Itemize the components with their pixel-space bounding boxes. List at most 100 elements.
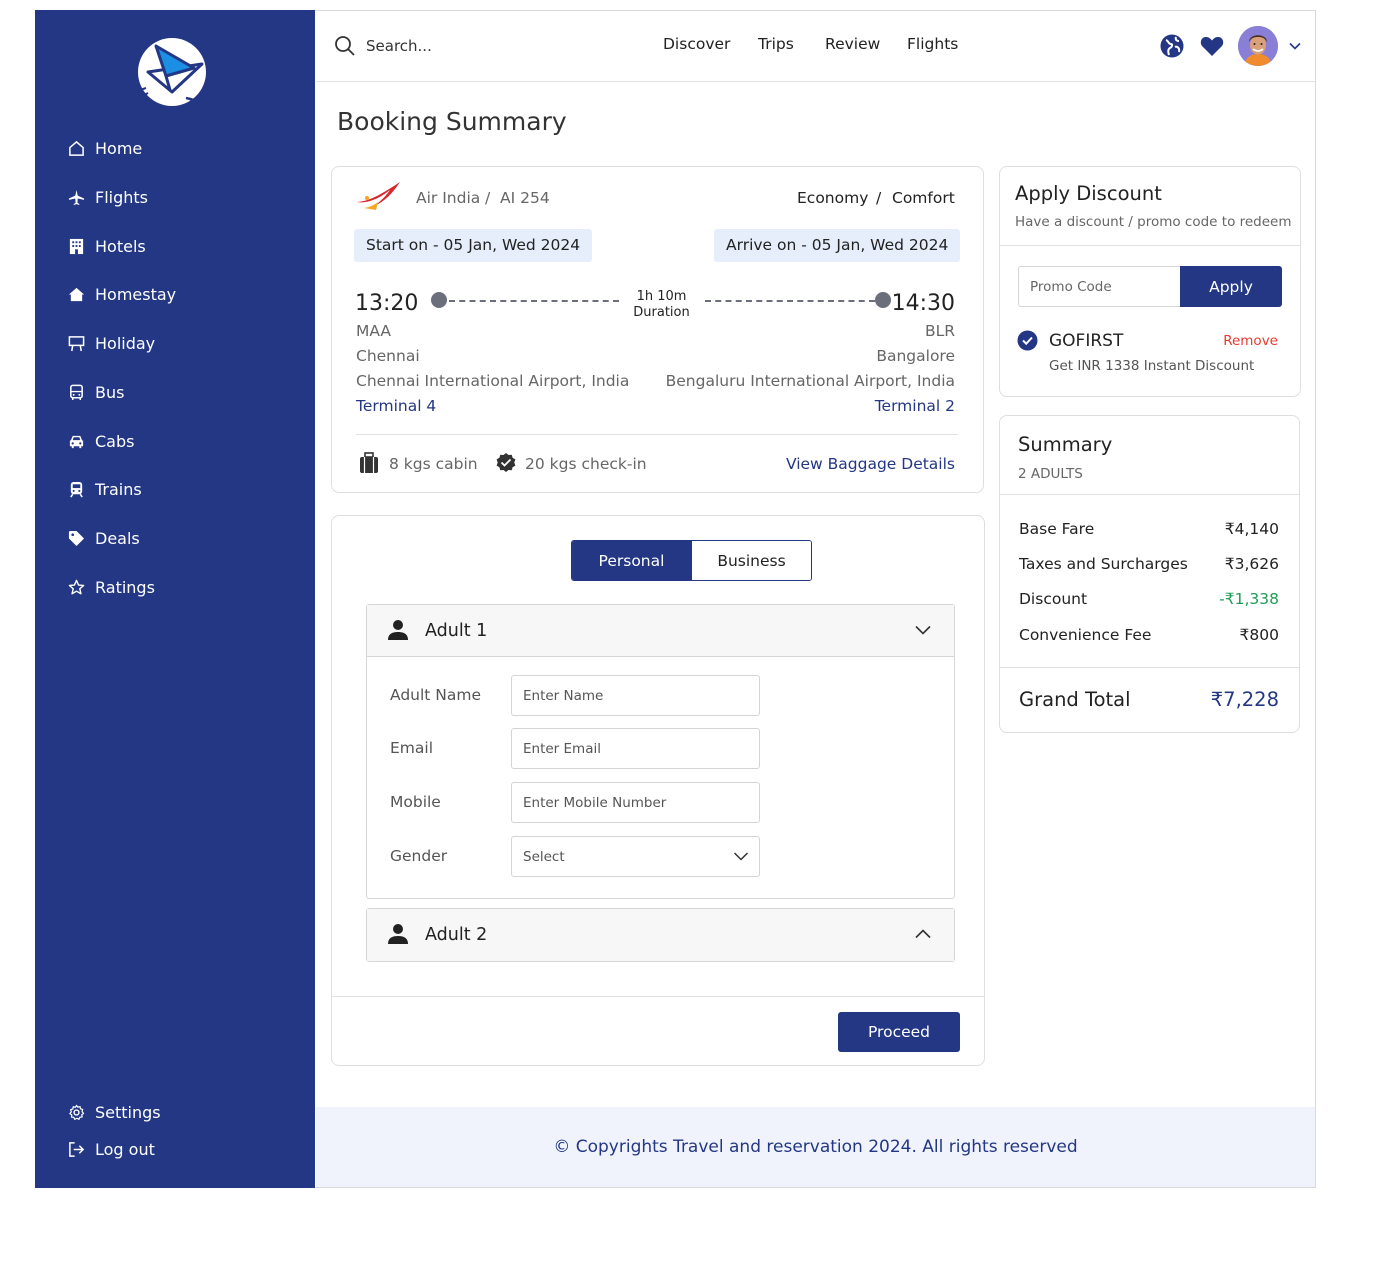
car-icon xyxy=(67,432,85,450)
gear-icon xyxy=(67,1103,85,1121)
sidebar-item-label: Cabs xyxy=(95,431,135,451)
sidebar-item-holiday[interactable]: Holiday xyxy=(67,328,155,358)
adult-name-label: Adult Name xyxy=(390,686,482,704)
summary-total-divider xyxy=(1000,667,1299,668)
search-icon[interactable] xyxy=(334,35,356,57)
home-icon xyxy=(67,139,85,157)
house-icon xyxy=(67,285,85,303)
departure-dot xyxy=(431,292,447,308)
traveller-type-toggle: Personal Business xyxy=(571,540,812,581)
sidebar-item-label: Deals xyxy=(95,528,140,548)
proceed-button[interactable]: Proceed xyxy=(838,1012,960,1052)
adult-2-header[interactable]: Adult 2 xyxy=(367,909,954,961)
sidebar-item-ratings[interactable]: Ratings xyxy=(67,572,155,602)
sidebar-item-deals[interactable]: Deals xyxy=(67,523,140,553)
mobile-field[interactable] xyxy=(511,782,760,823)
arrival-dot xyxy=(875,292,891,308)
tab-business[interactable]: Business xyxy=(691,541,811,580)
sidebar-item-homestay[interactable]: Homestay xyxy=(67,279,176,309)
gender-label: Gender xyxy=(390,847,448,865)
summary-row: Taxes and Surcharges ₹3,626 xyxy=(1019,555,1279,573)
sidebar-item-logout[interactable]: Log out xyxy=(67,1134,155,1164)
departure-code: MAA xyxy=(356,322,392,340)
heart-icon[interactable] xyxy=(1199,33,1225,59)
sidebar-item-hotels[interactable]: Hotels xyxy=(67,231,146,261)
fare-summary-card: Summary 2 ADULTS Base Fare ₹4,140 Taxes … xyxy=(999,415,1300,733)
search-input[interactable] xyxy=(366,33,566,59)
discount-divider xyxy=(1000,245,1300,246)
summary-value: ₹4,140 xyxy=(1224,520,1279,538)
sidebar-item-trains[interactable]: Trains xyxy=(67,474,142,504)
promo-code-input[interactable] xyxy=(1018,266,1181,307)
page-title: Booking Summary xyxy=(337,107,567,136)
passenger-divider xyxy=(332,996,984,997)
plane-icon xyxy=(67,188,85,206)
nav-trips[interactable]: Trips xyxy=(758,35,794,53)
sidebar-item-bus[interactable]: Bus xyxy=(67,377,124,407)
duration-value: 1h 10m xyxy=(636,289,687,304)
duration-label: Duration xyxy=(633,305,690,320)
route-line-left xyxy=(449,300,619,302)
person-icon xyxy=(388,924,408,944)
bus-icon xyxy=(67,383,85,401)
tab-personal[interactable]: Personal xyxy=(572,541,691,580)
chevron-up-icon[interactable] xyxy=(914,927,932,941)
arrival-terminal: Terminal 2 xyxy=(874,397,955,415)
adult-1-accordion: Adult 1 Adult Name Email Mobile Gender S… xyxy=(366,604,955,899)
flight-number: AI 254 xyxy=(500,189,550,207)
sidebar-item-cabs[interactable]: Cabs xyxy=(67,426,134,456)
cabin-separator: / xyxy=(876,189,882,207)
mobile-label: Mobile xyxy=(390,793,441,811)
view-baggage-link[interactable]: View Baggage Details xyxy=(786,455,955,473)
star-icon xyxy=(67,578,85,596)
discount-subtitle: Have a discount / promo code to redeem xyxy=(1015,214,1292,230)
sidebar-item-label: Holiday xyxy=(95,333,156,353)
nav-discover[interactable]: Discover xyxy=(663,35,730,53)
departure-terminal: Terminal 4 xyxy=(356,397,437,415)
verified-badge-icon xyxy=(496,453,516,472)
sidebar-item-settings[interactable]: Settings xyxy=(67,1097,161,1127)
check-circle-icon xyxy=(1017,330,1038,351)
start-date-badge: Start on - 05 Jan, Wed 2024 xyxy=(354,229,593,262)
apply-button[interactable]: Apply xyxy=(1180,266,1282,307)
email-field[interactable] xyxy=(511,728,760,769)
building-icon xyxy=(67,237,85,255)
globe-icon[interactable] xyxy=(1159,33,1185,59)
arrive-date-badge: Arrive on - 05 Jan, Wed 2024 xyxy=(714,229,961,262)
applied-description: Get INR 1338 Instant Discount xyxy=(1049,358,1255,374)
grand-total-value: ₹7,228 xyxy=(1210,688,1279,711)
summary-label: Convenience Fee xyxy=(1019,626,1152,644)
cabin-baggage: 8 kgs cabin xyxy=(389,455,478,473)
arrival-city: Bangalore xyxy=(876,347,955,365)
email-label: Email xyxy=(390,739,434,757)
remove-link[interactable]: Remove xyxy=(1223,333,1278,349)
passenger-details-card: Personal Business Adult 1 Adult Name Ema… xyxy=(331,515,985,1066)
sidebar: Home Flights Hotels Homestay Holiday Bus… xyxy=(35,10,315,1188)
sidebar-item-label: Home xyxy=(95,138,143,158)
chevron-down-icon[interactable] xyxy=(914,623,932,637)
footer: © Copyrights Travel and reservation 2024… xyxy=(316,1107,1315,1187)
arrival-time: 14:30 xyxy=(891,291,955,316)
cabin-class: Economy xyxy=(797,189,869,207)
sidebar-item-label: Settings xyxy=(95,1102,161,1122)
sidebar-item-home[interactable]: Home xyxy=(67,133,142,163)
air-india-logo xyxy=(356,182,400,210)
arrival-code: BLR xyxy=(924,322,955,340)
apply-discount-card: Apply Discount Have a discount / promo c… xyxy=(999,166,1301,397)
logout-icon xyxy=(67,1140,85,1158)
sidebar-item-flights[interactable]: Flights xyxy=(67,182,148,212)
summary-row: Convenience Fee ₹800 xyxy=(1019,626,1279,644)
chevron-down-icon[interactable] xyxy=(1288,39,1302,53)
adult-2-accordion: Adult 2 xyxy=(366,908,955,962)
nav-review[interactable]: Review xyxy=(825,35,880,53)
avatar[interactable] xyxy=(1238,26,1278,66)
summary-value: ₹3,626 xyxy=(1224,555,1279,573)
chevron-down-icon xyxy=(733,852,749,861)
summary-divider xyxy=(1000,494,1299,495)
departure-airport: Chennai International Airport, India xyxy=(356,372,630,390)
adult-name-input[interactable] xyxy=(511,675,760,716)
gender-select[interactable]: Select xyxy=(511,836,760,877)
adult-1-header[interactable]: Adult 1 xyxy=(367,605,954,657)
summary-row: Base Fare ₹4,140 xyxy=(1019,520,1279,538)
nav-flights[interactable]: Flights xyxy=(907,35,958,53)
